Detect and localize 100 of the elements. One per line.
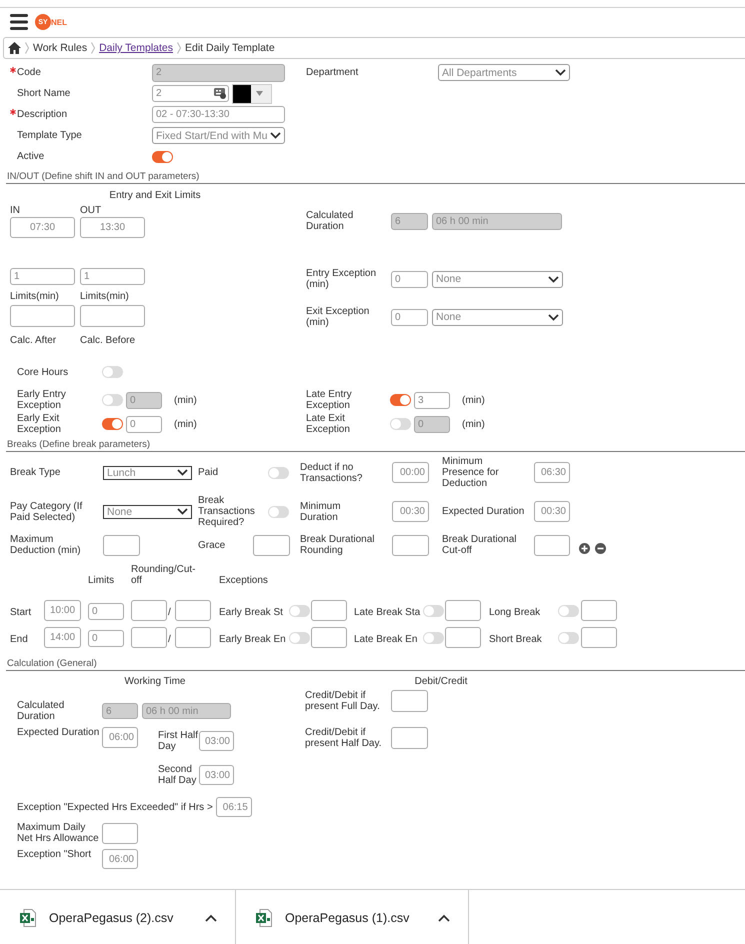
field-label: Entry Exception (min) (306, 268, 378, 290)
exception-select[interactable]: None (432, 270, 563, 288)
exception-field[interactable] (445, 627, 481, 648)
cutoff-field[interactable] (534, 534, 570, 556)
field-label: Long Break (489, 606, 540, 618)
caret-up-icon[interactable] (205, 914, 217, 922)
group-heading: Entry and Exit Limits (108, 190, 202, 201)
exception-select[interactable]: None (432, 308, 563, 326)
time-field[interactable]: 07:30 (10, 217, 75, 238)
exception-field[interactable] (445, 600, 481, 621)
credit-field[interactable] (391, 690, 428, 712)
limit-field[interactable]: 0 (88, 630, 124, 647)
download-item[interactable]: OperaPegasus (1).csv (236, 890, 469, 944)
toggle-switch[interactable] (102, 394, 123, 406)
toggle-switch[interactable] (289, 604, 310, 616)
exception-minutes-field[interactable]: 0 (391, 308, 428, 326)
grace-field[interactable] (253, 534, 290, 556)
short-name-field[interactable]: 2 (152, 85, 229, 102)
toggle-switch[interactable] (102, 418, 123, 430)
time-field[interactable]: 06:00 (102, 849, 138, 869)
exception-minutes-field[interactable]: 0 (391, 270, 428, 288)
exception-field[interactable] (581, 627, 617, 648)
remove-icon[interactable] (595, 542, 606, 554)
toggle-switch[interactable] (289, 632, 310, 644)
separator-icon (91, 42, 96, 54)
toggle-switch[interactable] (423, 604, 444, 616)
time-field[interactable]: 00:00 (392, 462, 429, 483)
rounding-field[interactable] (392, 534, 429, 556)
time-field[interactable]: 06:00 (102, 727, 138, 748)
breadcrumb-item[interactable]: Daily Templates (99, 42, 173, 54)
cutoff-field[interactable] (175, 600, 211, 621)
field-label: Calc. Before (80, 335, 136, 346)
time-field[interactable]: 06:30 (534, 462, 570, 483)
breadcrumb-item: Edit Daily Template (185, 42, 275, 54)
toggle-switch[interactable] (268, 506, 289, 518)
minutes-field[interactable]: 3 (414, 392, 450, 408)
exception-field[interactable] (311, 600, 347, 621)
keyboard-icon[interactable] (214, 88, 226, 99)
field-label: Early Break St (219, 606, 283, 618)
calc-field[interactable] (80, 305, 145, 327)
minutes-field[interactable]: 0 (414, 416, 450, 432)
exception-field[interactable] (311, 627, 347, 648)
separator: / (168, 606, 171, 618)
time-field[interactable]: 10:00 (44, 600, 81, 621)
department-select[interactable]: All Departments (438, 64, 570, 81)
pay-category-select[interactable]: None (103, 504, 192, 518)
rounding-field[interactable] (131, 627, 167, 648)
field-label: Code (17, 67, 41, 78)
add-icon[interactable] (579, 542, 590, 554)
chevron-icon (548, 314, 559, 320)
toggle-switch[interactable] (102, 366, 123, 378)
field-label: Minimum Presence for Deduction (442, 456, 500, 489)
field-label: Short Name (17, 88, 70, 99)
limit-field[interactable]: 0 (88, 603, 124, 620)
toggle-switch[interactable] (558, 604, 579, 616)
active-toggle[interactable] (152, 150, 173, 162)
time-field[interactable]: 06:15 (216, 797, 252, 817)
field-label: Break Transactions Required? (198, 495, 256, 528)
toggle-switch[interactable] (558, 632, 579, 644)
color-picker[interactable] (232, 84, 272, 104)
caret-up-icon[interactable] (438, 914, 450, 922)
field-label: Second Half Day (158, 764, 198, 786)
time-field[interactable]: 00:30 (392, 501, 429, 522)
separator: / (168, 634, 171, 644)
deduction-field[interactable] (103, 534, 140, 556)
home-icon[interactable] (8, 42, 21, 54)
minutes-field[interactable]: 0 (126, 392, 162, 408)
field-label: Expected Duration (442, 506, 526, 517)
time-field[interactable]: 00:30 (534, 501, 570, 522)
section-title: Calculation (General) (7, 658, 97, 669)
time-field[interactable]: 14:00 (44, 627, 81, 648)
time-field[interactable]: 13:30 (80, 217, 145, 238)
toggle-switch[interactable] (423, 632, 444, 644)
credit-field[interactable] (391, 727, 428, 749)
field-label: Minimum Duration (300, 500, 342, 522)
field-label: Early Break En (219, 634, 286, 644)
toggle-switch[interactable] (390, 418, 411, 430)
field-label: Department (306, 67, 360, 78)
toggle-switch[interactable] (390, 394, 411, 406)
template-type-select[interactable]: Fixed Start/End with Mu (152, 127, 285, 144)
rounding-field[interactable] (131, 600, 167, 621)
toggle-switch[interactable] (268, 466, 289, 478)
limit-field[interactable]: 1 (10, 268, 75, 285)
break-type-select[interactable]: Lunch (103, 466, 192, 480)
calc-field[interactable] (10, 305, 75, 327)
time-field[interactable]: 03:00 (199, 765, 234, 785)
allowance-field[interactable] (102, 822, 138, 844)
minutes-field[interactable]: 0 (126, 416, 162, 432)
limit-field[interactable]: 1 (80, 268, 145, 285)
description-field[interactable]: 02 - 07:30-13:30 (152, 106, 285, 123)
column-heading: Exceptions (219, 575, 268, 586)
menu-icon[interactable] (10, 14, 28, 30)
download-item[interactable]: OperaPegasus (2).csv (0, 890, 236, 944)
field-label: Template Type (17, 130, 82, 141)
field-label: Late Break Sta (354, 606, 420, 618)
time-field[interactable]: 03:00 (199, 731, 234, 751)
field-label: Grace (198, 540, 226, 550)
exception-field[interactable] (581, 600, 617, 621)
cutoff-field[interactable] (175, 627, 211, 648)
field-label: Late Entry Exception (306, 389, 353, 411)
